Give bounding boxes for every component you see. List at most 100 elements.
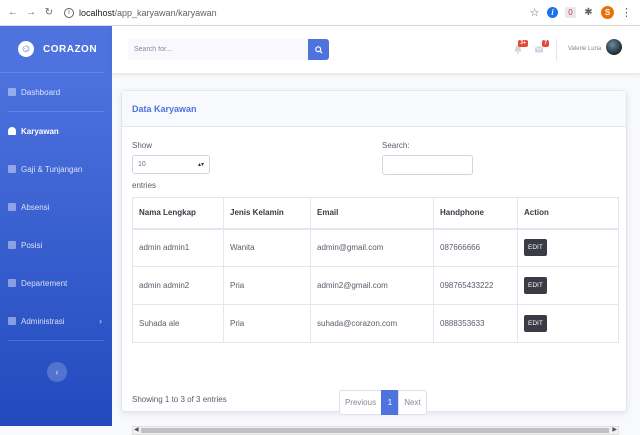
folder-icon: [8, 279, 16, 287]
pagination: Previous 1 Next: [339, 390, 427, 415]
page-1-button[interactable]: 1: [381, 390, 399, 415]
brand[interactable]: ☺ CORAZON: [0, 26, 104, 73]
cell-email: suhada@corazon.com: [310, 304, 434, 343]
cell-handphone: 087666666: [433, 228, 518, 267]
envelope-icon[interactable]: 7: [534, 40, 549, 54]
extension-badge-icon[interactable]: 0: [565, 7, 576, 18]
edit-button[interactable]: EDIT: [524, 277, 547, 294]
scroll-right-icon[interactable]: ▶: [612, 426, 617, 433]
column-header-nama[interactable]: Nama Lengkap: [132, 197, 224, 230]
table-row: Suhada ale Pria suhada@corazon.com 08883…: [132, 304, 619, 343]
table-row: admin admin1 Wanita admin@gmail.com 0876…: [132, 228, 619, 267]
cell-nama: admin admin2: [132, 266, 224, 305]
sidebar: ☺ CORAZON Dashboard Karyawan Gaji & Tunj…: [0, 26, 112, 426]
search-label: Search:: [382, 141, 410, 150]
sidebar-item-label: Gaji & Tunjangan: [21, 164, 83, 174]
bell-icon[interactable]: 3+: [513, 40, 528, 54]
sidebar-item-administrasi[interactable]: Administrasi ›: [0, 302, 112, 340]
address-bar[interactable]: i localhost/app_karyawan/karyawan: [64, 4, 529, 22]
cell-action: EDIT: [517, 304, 619, 343]
alerts-count-badge: 3+: [518, 40, 528, 47]
avatar[interactable]: [606, 39, 622, 55]
cell-action: EDIT: [517, 266, 619, 305]
topbar: 3+ 7 Valerie Luna: [112, 26, 640, 73]
dashboard-icon: [8, 88, 16, 96]
cell-action: EDIT: [517, 228, 619, 267]
sidebar-item-departement[interactable]: Departement: [0, 264, 112, 302]
back-icon[interactable]: ←: [6, 6, 20, 20]
cell-nama: admin admin1: [132, 228, 224, 267]
url-host: localhost: [79, 7, 115, 18]
user-icon: [8, 127, 16, 135]
next-page-button[interactable]: Next: [398, 390, 427, 415]
sidebar-item-absensi[interactable]: Absensi: [0, 188, 112, 226]
sidebar-item-label: Absensi: [21, 202, 50, 212]
info-icon[interactable]: i: [64, 7, 74, 18]
sidebar-item-label: Karyawan: [21, 126, 59, 136]
cog-icon: [8, 317, 16, 325]
table-search-input[interactable]: [382, 155, 473, 175]
previous-page-button[interactable]: Previous: [339, 390, 382, 415]
cell-nama: Suhada ale: [132, 304, 224, 343]
cell-jenis-kelamin: Wanita: [223, 228, 311, 267]
employee-table: Nama Lengkap Jenis Kelamin Email Handpho…: [132, 197, 619, 343]
scrollbar-thumb[interactable]: [141, 428, 609, 433]
url-path: /app_karyawan/karyawan: [114, 7, 217, 18]
sidebar-item-label: Dashboard: [21, 87, 61, 97]
length-label: Show: [132, 141, 153, 150]
sidebar-toggle-button[interactable]: ‹: [47, 362, 67, 382]
column-header-action[interactable]: Action: [517, 197, 619, 230]
table-info: Showing 1 to 3 of 3 entries: [132, 395, 227, 404]
search-button[interactable]: [308, 39, 329, 60]
card-title: Data Karyawan: [132, 103, 197, 114]
extension-info-icon[interactable]: i: [547, 7, 558, 18]
cell-email: admin@gmail.com: [310, 228, 434, 267]
sidebar-item-dashboard[interactable]: Dashboard: [0, 73, 112, 111]
laugh-wink-icon: ☺: [16, 39, 36, 59]
cell-jenis-kelamin: Pria: [223, 304, 311, 343]
search-icon: [314, 45, 323, 54]
sidebar-item-gaji-tunjangan[interactable]: Gaji & Tunjangan: [0, 150, 112, 188]
edit-button[interactable]: EDIT: [524, 315, 547, 332]
scroll-left-icon[interactable]: ◀: [134, 426, 139, 433]
extensions-puzzle-icon[interactable]: ✱: [583, 7, 594, 18]
brand-name: CORAZON: [43, 43, 98, 55]
sidebar-item-label: Departement: [21, 278, 68, 288]
topbar-divider: [556, 39, 557, 61]
edit-button[interactable]: EDIT: [524, 239, 547, 257]
data-card: Data Karyawan Show 10 ▴▾ entries Search:…: [121, 90, 627, 435]
sidebar-divider: [8, 340, 104, 341]
length-value: 10: [138, 161, 146, 168]
sidebar-item-label: Administrasi: [21, 316, 65, 326]
bookmark-star-icon[interactable]: ☆: [529, 7, 540, 19]
cell-handphone: 0888353633: [433, 304, 518, 343]
sidebar-item-posisi[interactable]: Posisi: [0, 226, 112, 264]
reload-icon[interactable]: ↻: [42, 6, 56, 20]
search-input[interactable]: [128, 39, 308, 60]
folder-icon: [8, 165, 16, 173]
entries-label: entries: [132, 181, 157, 190]
cell-handphone: 098765433222: [433, 266, 518, 305]
user-name[interactable]: Valerie Luna: [568, 46, 601, 52]
table-row: admin admin2 Pria admin2@gmail.com 09876…: [132, 266, 619, 305]
column-header-handphone[interactable]: Handphone: [433, 197, 518, 230]
table-header-row: Nama Lengkap Jenis Kelamin Email Handpho…: [132, 197, 619, 230]
forward-icon[interactable]: →: [24, 6, 38, 20]
sidebar-item-karyawan[interactable]: Karyawan: [0, 112, 112, 150]
browser-menu-icon[interactable]: ⋮: [621, 7, 632, 19]
messages-count-badge: 7: [542, 40, 549, 47]
card-header: Data Karyawan: [122, 91, 626, 127]
profile-avatar-icon[interactable]: S: [601, 6, 614, 19]
horizontal-scrollbar[interactable]: ◀ ▶: [132, 426, 619, 435]
file-icon: [8, 241, 16, 249]
column-header-email[interactable]: Email: [310, 197, 434, 230]
chevron-right-icon: ›: [99, 316, 102, 326]
cell-jenis-kelamin: Pria: [223, 266, 311, 305]
sidebar-item-label: Posisi: [21, 240, 43, 250]
cell-email: admin2@gmail.com: [310, 266, 434, 305]
length-select[interactable]: 10 ▴▾: [132, 155, 210, 174]
column-header-jenis-kelamin[interactable]: Jenis Kelamin: [223, 197, 311, 230]
select-arrows-icon: ▴▾: [197, 162, 204, 168]
topbar-search: [128, 39, 329, 60]
browser-toolbar: ← → ↻ i localhost/app_karyawan/karyawan …: [0, 0, 640, 26]
